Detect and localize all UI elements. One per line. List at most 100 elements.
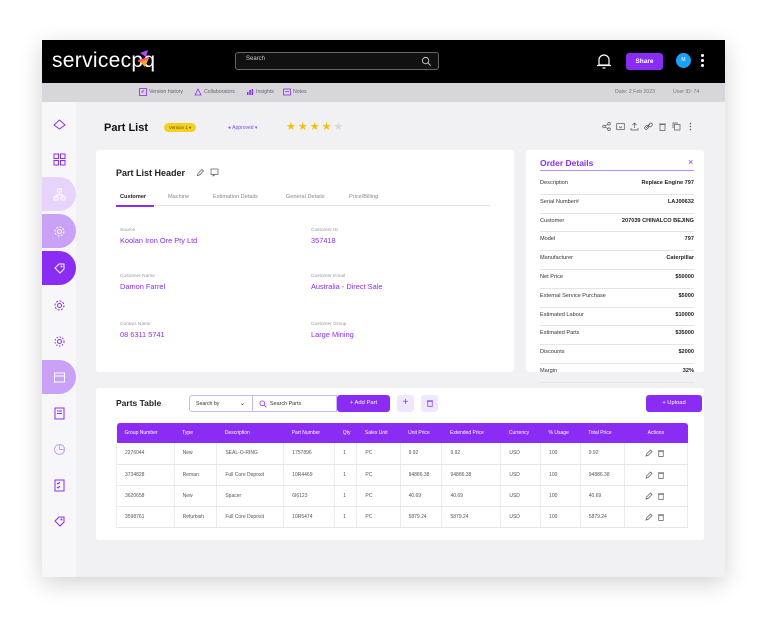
comment-icon[interactable] (210, 168, 219, 177)
customer-group-label: Customer Group (311, 322, 347, 327)
version-history-label: Version history (149, 89, 184, 95)
search-by-select[interactable]: Search by ⌄ (189, 395, 253, 412)
order-detail-key: Net Price (540, 274, 564, 280)
sidebar (42, 102, 76, 577)
table-row[interactable]: 3734828 Reman Full Core Deposit 10R4469 1 PC 9… (116, 464, 689, 486)
more-icon[interactable] (686, 122, 695, 131)
table-cell: Full Core Deposit (216, 464, 285, 486)
delete-icon[interactable] (657, 471, 665, 479)
table-cell: PC (356, 464, 401, 486)
notes-label: Notes (293, 89, 307, 95)
collapse-icon[interactable]: × (688, 157, 693, 167)
notes-link[interactable]: Notes (283, 88, 307, 96)
global-search-input[interactable]: Search (235, 52, 439, 70)
table-row[interactable]: 2276044 New SEAL-O-RING 1757896 1 PC 9.92 9.92 U… (116, 443, 689, 465)
table-cell: 94886.38 (441, 464, 502, 486)
column-header[interactable]: Total Price (580, 423, 625, 443)
search-parts-input[interactable]: Search Parts (253, 395, 337, 412)
sidebar-item-dashboard[interactable] (42, 142, 76, 176)
sidebar-item-offers[interactable] (42, 504, 76, 538)
tab-general-details[interactable]: General Details (286, 194, 325, 200)
upload-button[interactable]: + Upload (646, 395, 702, 412)
table-cell: 3620658 (116, 485, 175, 507)
sidebar-item-checklist[interactable] (42, 468, 76, 502)
table-cell: Refurbish (174, 506, 218, 528)
version-history-link[interactable]: Version history (139, 88, 183, 96)
column-header[interactable]: Currency (500, 423, 541, 443)
sidebar-item-options[interactable] (42, 324, 76, 358)
sidebar-item-analytics[interactable] (42, 432, 76, 466)
tab-machine[interactable]: Machine (168, 194, 189, 200)
insights-link[interactable]: Insights (246, 88, 274, 96)
history-icon (139, 88, 147, 96)
order-detail-row: External Service Purchase $5000 (540, 289, 694, 308)
folder-icon[interactable] (616, 122, 625, 131)
share-icon[interactable] (602, 122, 611, 131)
column-header[interactable]: Qty (334, 423, 357, 443)
active-tab-indicator (116, 205, 154, 207)
column-header[interactable]: Type (174, 423, 217, 443)
status-dropdown[interactable]: ● Approved ▾ (228, 125, 257, 131)
upload-icon[interactable] (630, 122, 639, 131)
column-header[interactable]: Sales Unit (356, 423, 401, 443)
avatar[interactable]: M (676, 53, 691, 68)
delete-icon[interactable] (658, 122, 667, 131)
add-part-button[interactable]: + Add Part (337, 395, 390, 412)
table-cell: SEAL-O-RING (216, 443, 285, 465)
edit-icon[interactable] (645, 492, 653, 500)
table-cell: 9.92 (441, 443, 502, 465)
share-button[interactable]: Share (626, 53, 663, 70)
order-detail-value: 797 (684, 236, 694, 243)
version-badge[interactable]: Version 1 ▾ (164, 123, 197, 132)
order-detail-row: Estimated Labour $10000 (540, 308, 694, 327)
offer-tag-icon (53, 516, 64, 527)
edit-icon[interactable] (645, 449, 653, 457)
order-detail-value: LAJ00632 (667, 198, 694, 205)
column-header[interactable]: Description (216, 423, 284, 443)
link-icon[interactable] (644, 122, 653, 131)
rating-stars[interactable]: ★★★★★ (286, 120, 345, 133)
collaborators-label: Collaborators (204, 89, 235, 95)
delete-icon[interactable] (657, 513, 665, 521)
customer-name-label: Customer Name (120, 274, 155, 279)
add-icon-button[interactable]: + (397, 395, 414, 412)
column-header[interactable]: Unit Price (400, 423, 442, 443)
kebab-icon[interactable] (699, 52, 705, 70)
table-cell: 94886.38 (400, 464, 443, 486)
column-header[interactable]: Group Number (116, 423, 175, 443)
collaborators-link[interactable]: Collaborators (194, 88, 235, 96)
column-header[interactable]: Extended Price (441, 423, 501, 443)
table-header-row: Group Number Type Description Part Number Qt… (116, 423, 688, 443)
edit-icon[interactable] (645, 513, 653, 521)
delete-button[interactable] (421, 395, 438, 412)
star-empty-icon: ★ (333, 121, 346, 133)
sidebar-item-home[interactable] (42, 107, 76, 141)
table-cell: 10R4469 (283, 464, 336, 486)
tab-estimation-details[interactable]: Estimation Details (213, 194, 258, 200)
home-icon (52, 118, 66, 130)
table-cell: 1 (334, 464, 358, 486)
table-row[interactable]: 3620658 New Spacer 6I6123 1 PC 40.69 40.69 USD 10… (116, 485, 689, 507)
sidebar-item-documents[interactable] (42, 396, 76, 430)
bell-icon[interactable] (595, 52, 613, 70)
delete-icon[interactable] (657, 449, 665, 458)
table-cell: 3734828 (116, 464, 175, 486)
column-header[interactable]: Actions (624, 423, 688, 443)
delete-icon[interactable] (657, 492, 665, 500)
column-header[interactable]: % Usage (540, 423, 581, 443)
customer-email-value: Australia - Direct Sale (311, 282, 383, 291)
column-header[interactable]: Part Number (283, 423, 335, 443)
table-row[interactable]: 3598761 Refurbish Full Core Deposit 10R5474… (116, 506, 689, 528)
tab-customer[interactable]: Customer (120, 194, 146, 200)
date-label: Date: 2 Feb 2023 (615, 89, 656, 95)
table-cell: 5879.24 (400, 506, 443, 528)
tag-icon (53, 263, 64, 274)
contact-name-label: Contact Name (120, 322, 151, 327)
copy-icon[interactable] (672, 122, 681, 131)
table-cell: Spacer (216, 485, 285, 507)
star-filled-icon: ★ (286, 121, 298, 133)
edit-icon[interactable] (645, 471, 653, 479)
tab-price-billing[interactable]: Price/Billing (349, 194, 378, 200)
sidebar-item-config[interactable] (42, 288, 76, 322)
edit-icon[interactable] (196, 168, 205, 177)
